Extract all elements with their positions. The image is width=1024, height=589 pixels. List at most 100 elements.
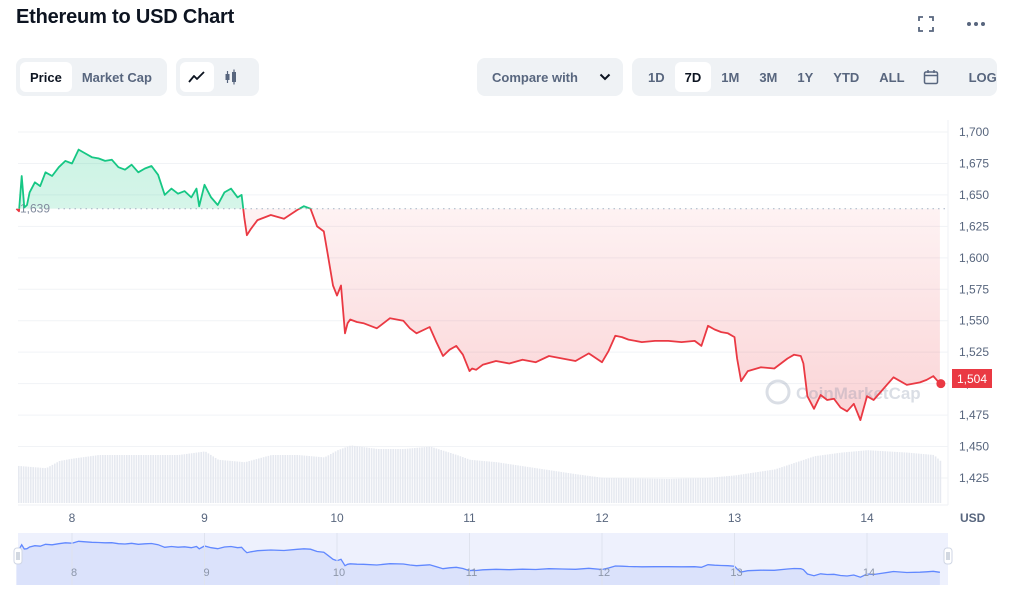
volume-bar [169,455,171,503]
range-1d[interactable]: 1D [638,62,675,92]
volume-bar [212,456,214,503]
volume-bar [296,455,298,503]
volume-bar [327,455,330,503]
volume-bar [176,455,178,503]
volume-bar [661,478,663,503]
volume-bar [555,471,558,503]
volume-bar [404,448,406,503]
volume-bar [582,475,584,503]
volume-bar [786,465,788,503]
volume-bar [109,455,111,503]
x-tick-label: 10 [330,511,344,525]
range-7d[interactable]: 7D [674,62,712,92]
candlestick-button[interactable] [214,62,248,92]
volume-bar [656,478,658,503]
volume-bar [846,452,848,503]
navigator-tick-label: 10 [333,567,345,579]
volume-bar [788,464,790,503]
volume-bar [574,474,577,503]
volume-bar [270,455,272,503]
y-tick-label: 1,550 [959,314,989,328]
volume-bar [706,477,709,503]
volume-bar [766,470,769,503]
volume-bar [649,478,651,503]
volume-bar [267,455,270,503]
volume-bar [274,455,277,503]
volume-bar [790,463,793,503]
volume-bar [618,478,620,503]
volume-bar [553,470,555,503]
volume-bar [248,461,250,503]
volume-bar [934,456,937,503]
volume-bar [584,475,586,503]
volume-bar [666,478,668,503]
range-all[interactable]: ALL [869,62,914,92]
volume-bar [70,458,73,503]
volume-bar [608,477,610,503]
volume-bar [308,456,310,503]
volume-bar [438,449,440,503]
navigator-left-handle[interactable] [13,547,23,565]
volume-bar [284,455,286,503]
volume-bar [61,460,63,503]
tab-price[interactable]: Price [20,62,72,92]
range-3m[interactable]: 3M [749,62,787,92]
volume-bar [843,452,846,503]
volume-bar [294,455,296,503]
volume-bar [867,450,870,503]
volume-bar [380,449,382,503]
volume-bar [572,473,574,503]
volume-bar [807,458,810,503]
volume-bar [135,455,138,503]
line-chart-button[interactable] [180,62,214,92]
more-options-button[interactable] [964,12,988,36]
navigator-background [18,533,948,585]
navigator-tick-label: 8 [71,567,77,579]
navigator-tick-label: 12 [598,567,610,579]
y-tick-label: 1,450 [959,440,989,454]
volume-bar [877,450,879,503]
range-1y[interactable]: 1Y [787,62,823,92]
volume-bar [339,449,342,503]
volume-bar [762,471,764,503]
volume-bar [162,455,164,503]
volume-bar [704,477,706,503]
navigator-right-handle[interactable] [943,547,953,565]
compare-with-dropdown[interactable]: Compare with [477,58,623,96]
volume-bar [613,478,615,503]
volume-bar [318,456,320,503]
volume-bar [524,466,526,503]
fullscreen-button[interactable] [914,12,938,36]
volume-bar [430,446,433,503]
volume-bar [814,456,817,503]
volume-bar [824,454,826,503]
tab-market-cap[interactable]: Market Cap [72,62,162,92]
volume-bar [200,451,202,503]
volume-bar [56,462,58,503]
volume-bar [219,459,222,503]
range-1m[interactable]: 1M [711,62,749,92]
volume-bar [133,455,135,503]
volume-bar [682,478,685,503]
navigator-tick-label: 14 [863,567,875,579]
volume-bar [826,454,829,503]
volume-bar [25,466,27,503]
volume-bar [781,467,783,503]
volume-bar [500,462,502,503]
volume-bar [541,469,543,503]
volume-bar [464,457,466,503]
calendar-button[interactable] [915,62,947,92]
volume-bar [337,450,339,503]
volume-bar [306,455,308,503]
volume-bar [644,478,646,503]
volume-bar [111,455,114,503]
range-ytd[interactable]: YTD [823,62,869,92]
volume-bar [543,469,546,503]
volume-bar [157,455,159,503]
volume-bar [735,475,738,503]
log-scale-button[interactable]: LOG [959,62,1007,92]
volume-bar [627,478,630,503]
volume-bar [301,455,303,503]
y-tick-label: 1,600 [959,251,989,265]
volume-bar [886,451,889,503]
